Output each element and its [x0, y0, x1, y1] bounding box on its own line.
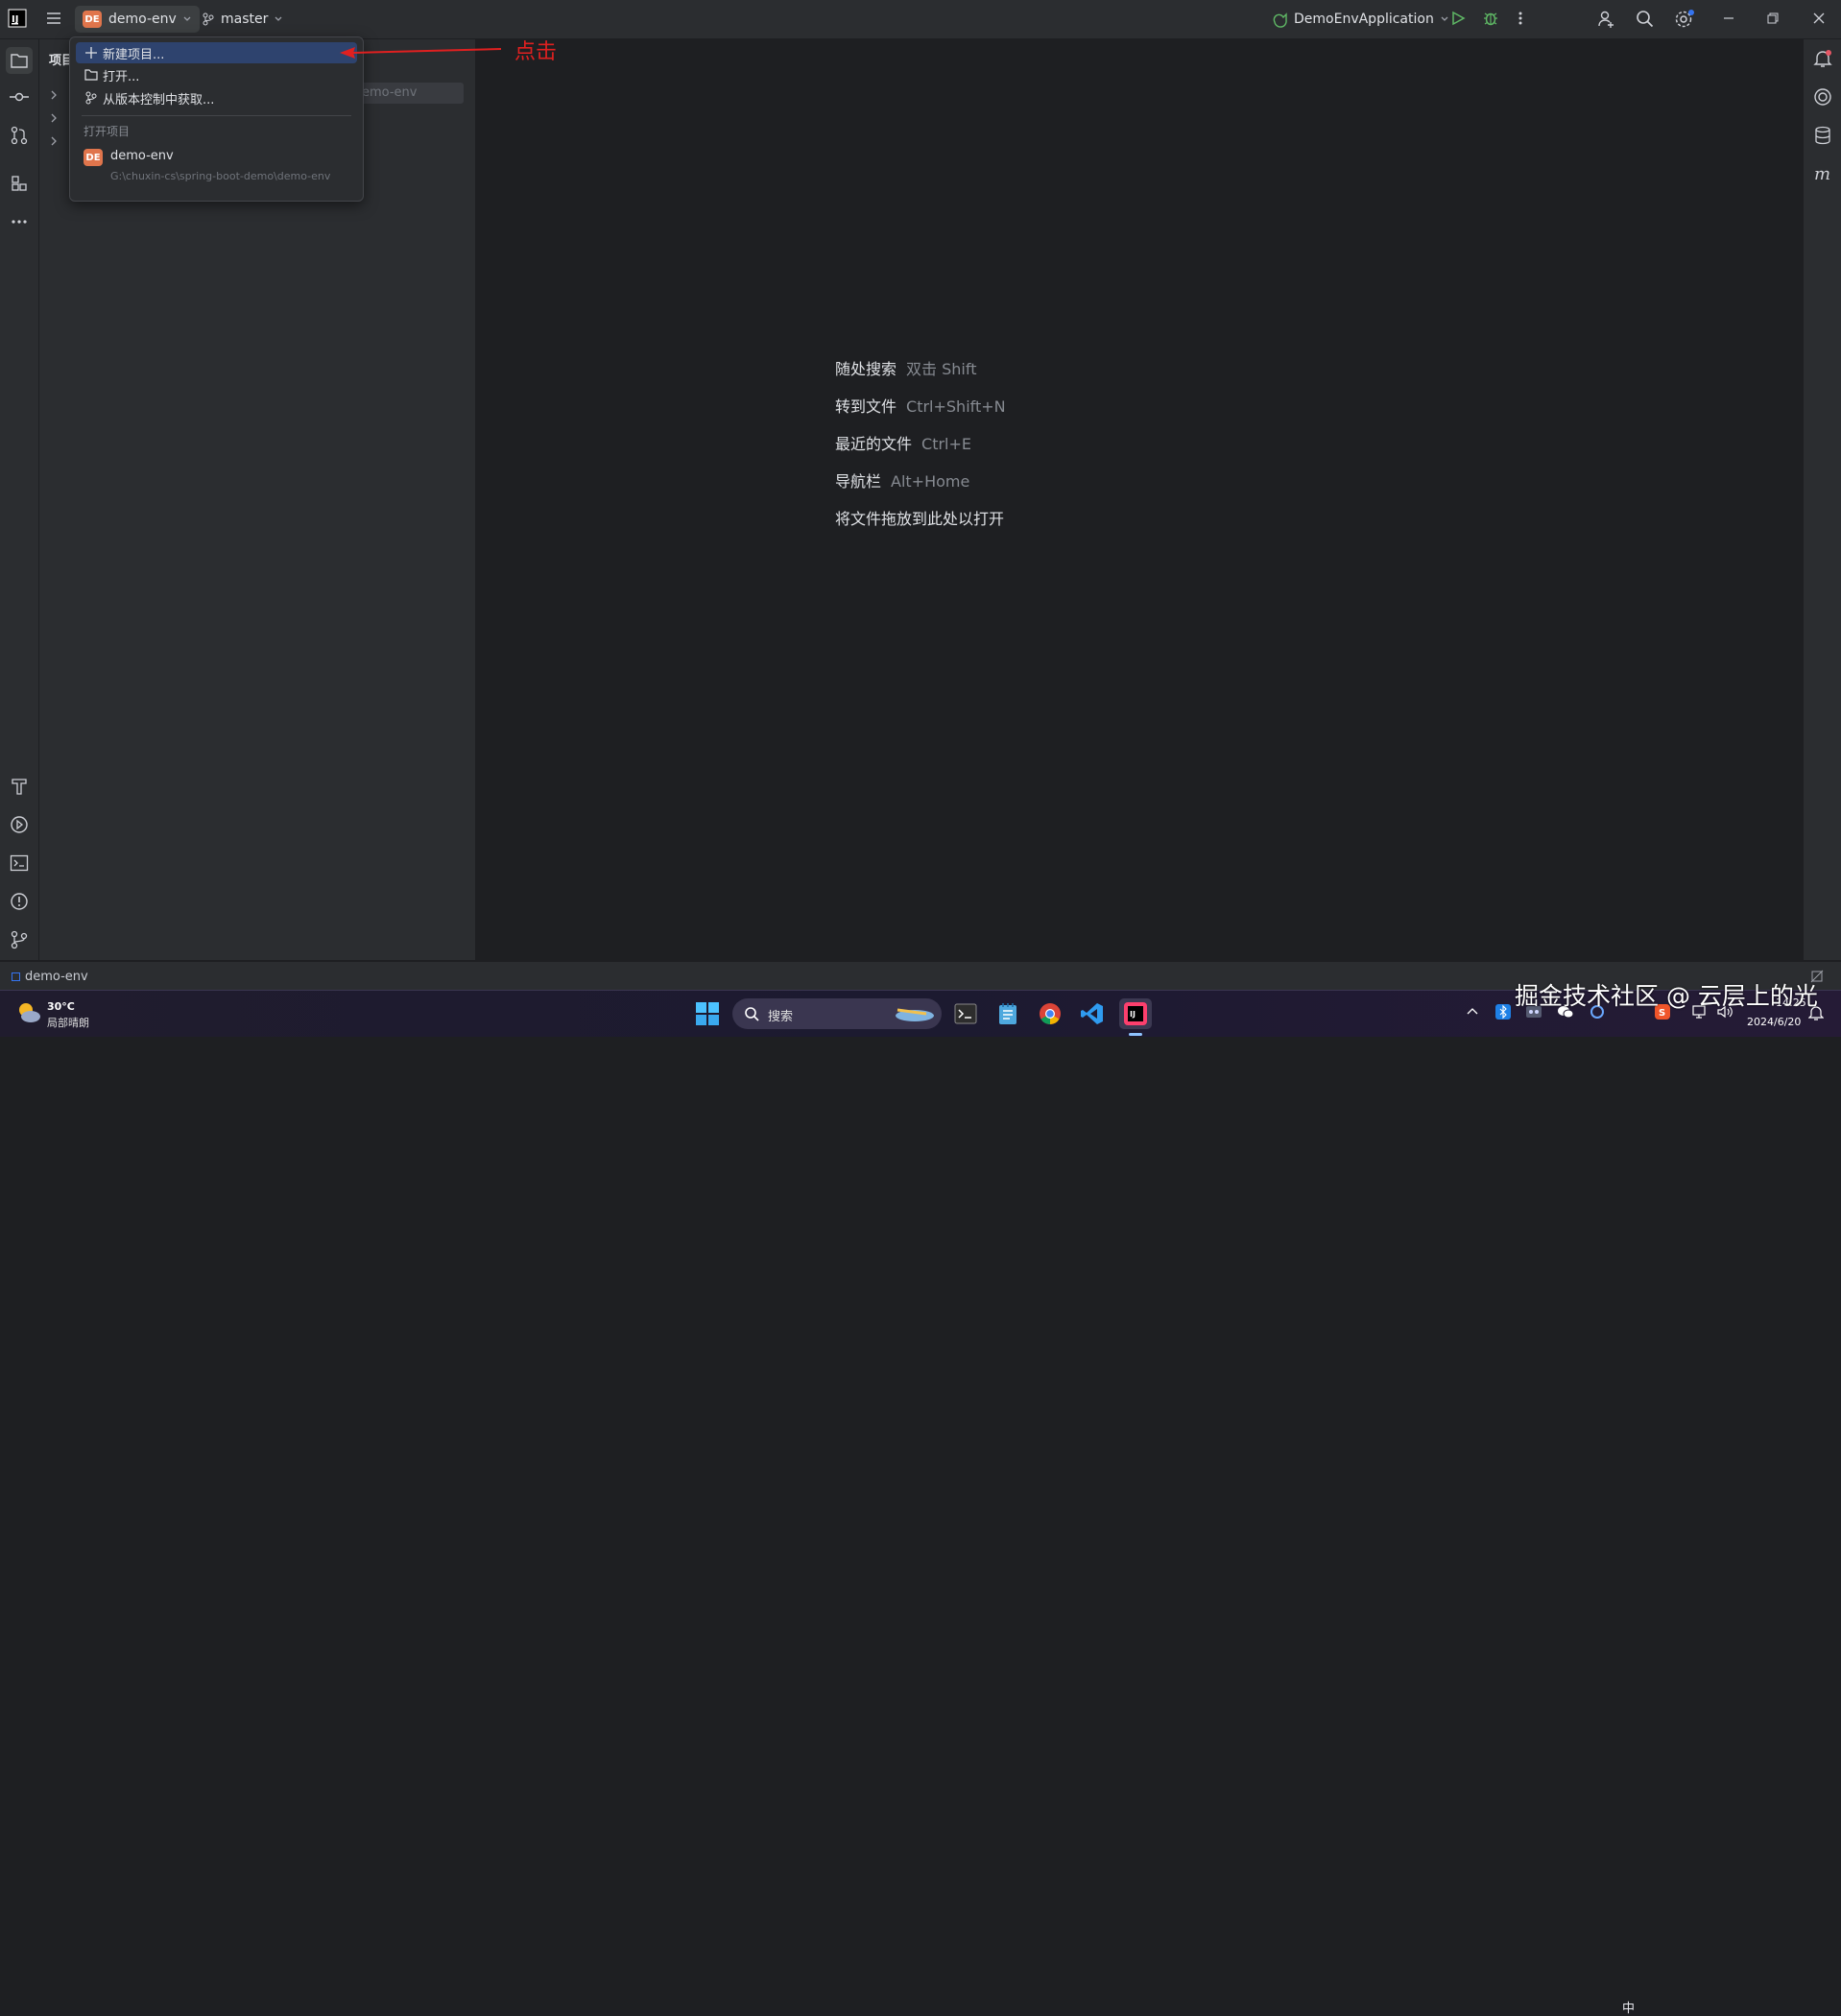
structure-icon[interactable]: [8, 172, 31, 195]
get-from-vcs-menu-item[interactable]: 从版本控制中获取...: [76, 87, 357, 108]
project-menu-popup: 新建项目... 打开... 从版本控制中获取... 打开项目 DE demo-e…: [69, 36, 364, 202]
open-menu-item[interactable]: 打开...: [76, 64, 357, 85]
chevron-right-icon[interactable]: [49, 132, 59, 150]
ai-assistant-icon[interactable]: [1811, 85, 1834, 108]
hint-search-everywhere: 随处搜索 双击 Shift: [835, 360, 977, 378]
right-tool-window-bar: m: [1803, 39, 1841, 960]
windows-start-icon[interactable]: [696, 1002, 719, 1025]
menu-separator: [82, 115, 351, 116]
recent-project-name: demo-env: [110, 149, 174, 163]
build-icon[interactable]: [8, 775, 31, 798]
svg-text:IJ: IJ: [1130, 1010, 1136, 1019]
main-menu-icon[interactable]: [45, 10, 62, 27]
debug-icon[interactable]: [1482, 10, 1499, 27]
recent-project-badge: DE: [84, 149, 103, 166]
editor-area[interactable]: [476, 39, 1802, 960]
chevron-right-icon[interactable]: [49, 85, 59, 104]
terminal-icon[interactable]: [8, 852, 31, 875]
recent-project-path: G:\chuxin-cs\spring-boot-demo\demo-env: [110, 170, 331, 182]
title-bar: IJ DE demo-env master DemoEnvApplication: [0, 0, 1841, 39]
ime-indicator[interactable]: 中: [1622, 1998, 1635, 2016]
settings-icon[interactable]: [1674, 9, 1695, 30]
notifications-icon[interactable]: [1811, 47, 1834, 70]
chevron-down-icon: [182, 14, 192, 24]
recent-project-item[interactable]: DE demo-env G:\chuxin-cs\spring-boot-dem…: [76, 145, 357, 187]
hint-drop-files: 将文件拖放到此处以打开: [835, 510, 1005, 528]
restore-icon[interactable]: [1766, 10, 1780, 27]
svg-text:m: m: [1814, 164, 1830, 183]
branch-icon: [202, 12, 215, 26]
weather-icon[interactable]: [15, 1000, 42, 1025]
project-switcher-button[interactable]: DE demo-env: [75, 6, 200, 33]
annotation-arrow: [340, 47, 502, 59]
hint-goto-file: 转到文件 Ctrl+Shift+N: [835, 397, 1006, 416]
notepad-app-icon[interactable]: [994, 1000, 1021, 1027]
search-icon[interactable]: [1636, 10, 1655, 29]
weather-desc: 局部晴朗: [47, 1017, 89, 1029]
run-config-button[interactable]: DemoEnvApplication: [1272, 6, 1449, 33]
recent-projects-title: 打开项目: [84, 125, 131, 138]
project-badge: DE: [83, 11, 102, 28]
left-tool-window-bar: [0, 39, 39, 960]
intellij-app-icon[interactable]: IJ: [1119, 998, 1152, 1029]
watermark: 掘金技术社区 @ 云层上的光: [1515, 982, 1818, 1010]
vcs-icon: [84, 91, 99, 105]
more-tool-windows-icon[interactable]: [8, 210, 31, 233]
project-folder-icon[interactable]: [6, 47, 33, 74]
folder-icon: [84, 69, 99, 81]
chevron-right-icon[interactable]: [49, 108, 59, 127]
git-icon[interactable]: [8, 928, 31, 951]
minimize-icon[interactable]: [1722, 10, 1735, 27]
close-icon[interactable]: [1812, 10, 1826, 27]
run-config-name: DemoEnvApplication: [1294, 12, 1434, 27]
services-icon[interactable]: [8, 813, 31, 836]
more-actions-icon[interactable]: [1517, 10, 1524, 27]
taskbar-search-box[interactable]: 搜索: [732, 998, 942, 1029]
annotation-text: 点击: [514, 40, 558, 64]
hint-navigation-bar: 导航栏 Alt+Home: [835, 472, 970, 491]
project-path-field: emo-env: [356, 83, 464, 104]
status-project[interactable]: demo-env: [12, 970, 88, 984]
terminal-app-icon[interactable]: [952, 1000, 979, 1027]
search-icon: [744, 1006, 759, 1025]
intellij-logo-icon: IJ: [8, 9, 27, 28]
tray-overflow-icon[interactable]: [1467, 1006, 1478, 1016]
spring-boot-icon: [1272, 11, 1289, 28]
chevron-down-icon: [274, 14, 283, 24]
run-icon[interactable]: [1449, 10, 1467, 27]
maven-icon[interactable]: m: [1811, 162, 1834, 185]
weather-temp: 30°C: [47, 1000, 75, 1013]
database-icon[interactable]: [1811, 124, 1834, 147]
tray-bluetooth-icon[interactable]: [1495, 1004, 1511, 1020]
pull-requests-icon[interactable]: [8, 124, 31, 147]
clock-date[interactable]: 2024/6/20: [1747, 1016, 1801, 1028]
chrome-app-icon[interactable]: [1037, 1000, 1064, 1027]
plus-icon: [84, 47, 99, 59]
commit-icon[interactable]: [8, 85, 31, 108]
search-placeholder: 搜索: [768, 1010, 794, 1024]
hint-recent-files: 最近的文件 Ctrl+E: [835, 435, 971, 453]
project-name: demo-env: [108, 12, 177, 27]
new-project-menu-item[interactable]: 新建项目...: [76, 42, 357, 63]
module-icon: [12, 972, 20, 981]
chevron-down-icon: [1440, 14, 1449, 24]
vscode-app-icon[interactable]: [1079, 1000, 1106, 1027]
search-highlight-icon: [892, 1004, 936, 1027]
problems-icon[interactable]: [8, 890, 31, 913]
code-with-me-icon[interactable]: [1597, 10, 1616, 29]
branch-button[interactable]: master: [202, 6, 283, 33]
branch-name: master: [221, 12, 269, 27]
